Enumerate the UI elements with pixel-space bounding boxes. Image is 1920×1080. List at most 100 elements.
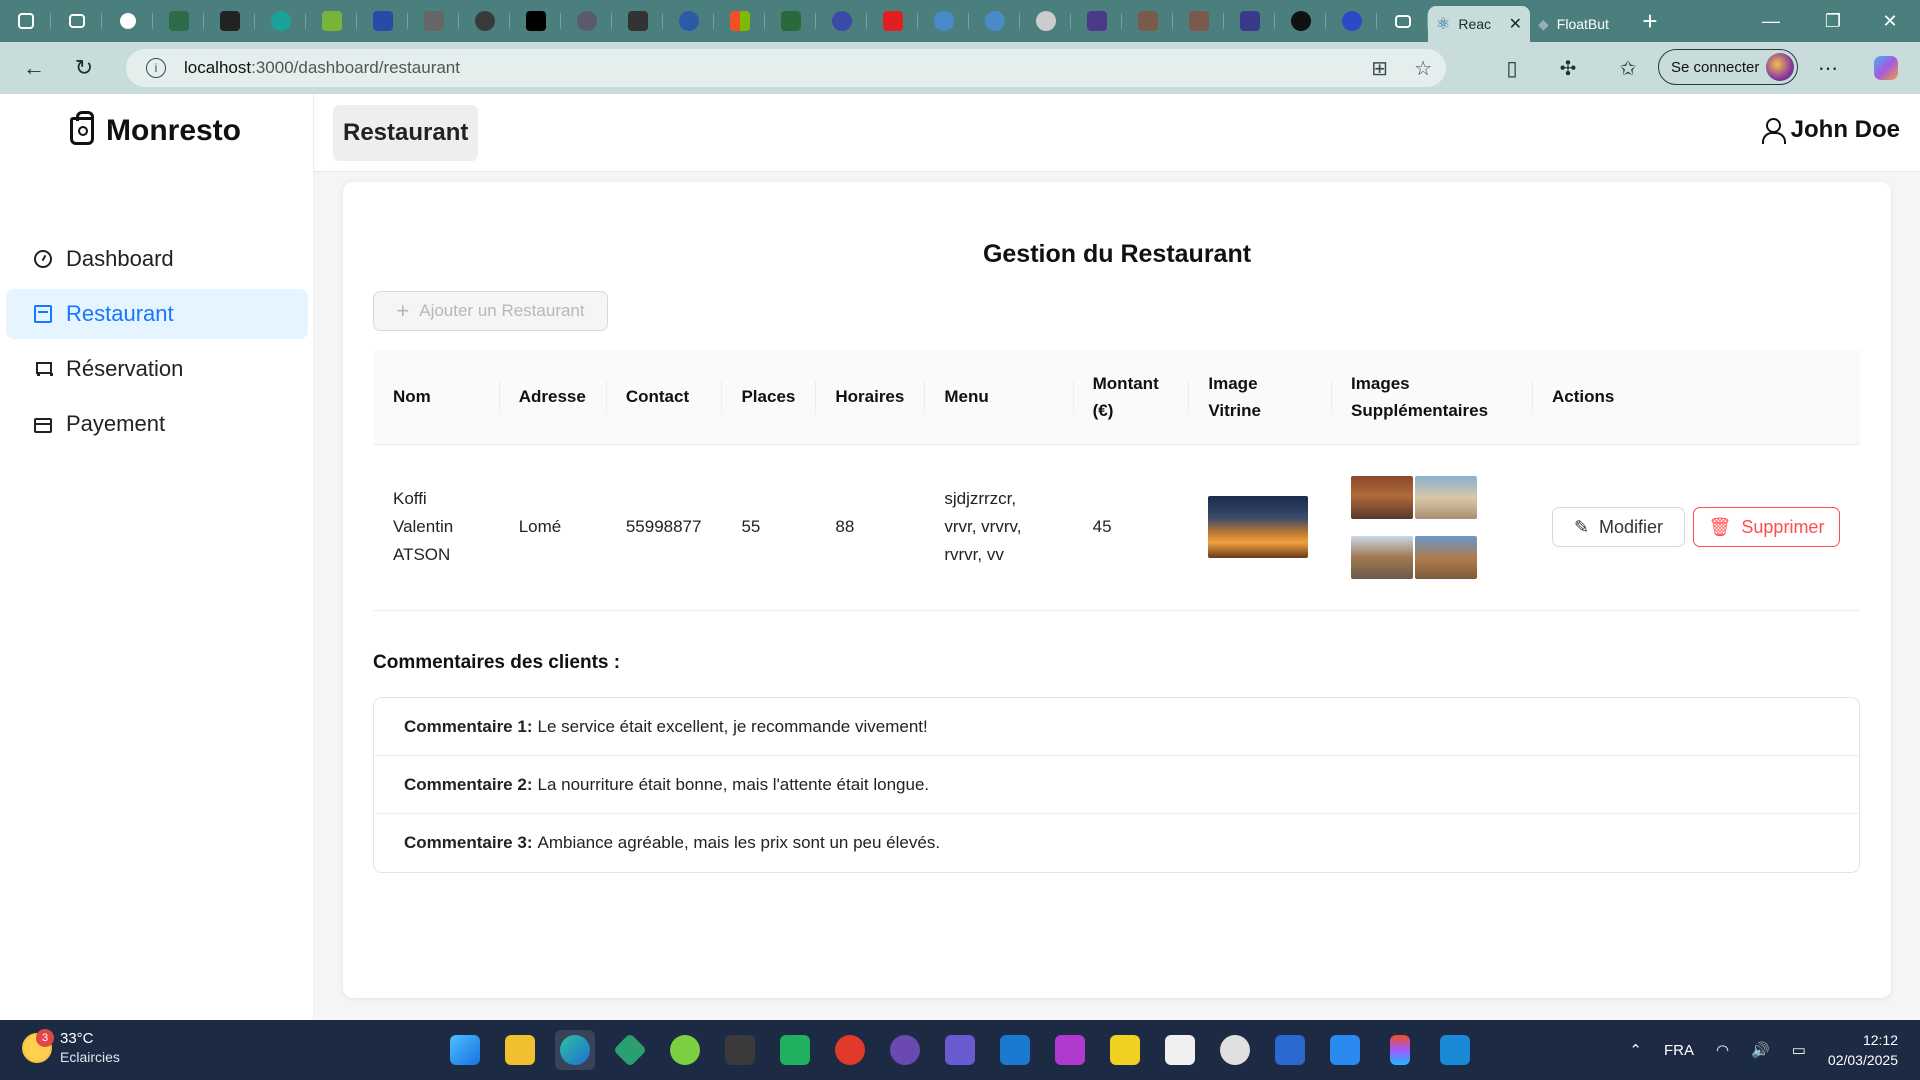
app-green-diamond-icon[interactable] [610,1030,650,1070]
more-options-icon[interactable]: ⋯ [1812,52,1844,84]
minimize-icon[interactable]: — [1741,0,1801,42]
purple-app-icon[interactable] [940,1030,980,1070]
avatar [1766,53,1794,81]
start-icon[interactable] [445,1030,485,1070]
extra-image-2[interactable] [1415,475,1478,519]
delete-button[interactable]: 🗑 Supprimer [1693,507,1840,547]
trello-icon[interactable] [995,1030,1035,1070]
pinned-tab-screen[interactable] [1224,0,1275,42]
pinned-tab-globe-1[interactable] [918,0,969,42]
figma-icon[interactable] [1380,1030,1420,1070]
shop-icon [34,305,52,323]
pinned-tab-circle[interactable] [459,0,510,42]
copilot-icon[interactable] [1870,52,1902,84]
sidebar-item-reservation[interactable]: Réservation [6,344,308,394]
add-restaurant-button[interactable]: + Ajouter un Restaurant [373,291,608,331]
pinned-tab-box[interactable] [765,0,816,42]
pinned-tab-play[interactable] [1071,0,1122,42]
close-icon[interactable]: ✕ [1509,14,1522,34]
pinned-tab-b[interactable] [510,0,561,42]
favorite-star-icon[interactable]: ☆ [1414,56,1432,81]
extra-image-3[interactable] [1351,535,1414,579]
workspaces-icon[interactable] [0,0,51,42]
pinned-tab-dark[interactable] [204,0,255,42]
studio-app-icon[interactable] [720,1030,760,1070]
tab-floatbutton[interactable]: ◆ FloatBut [1530,6,1630,42]
file-explorer-icon[interactable] [500,1030,540,1070]
sidebar-item-dashboard[interactable]: Dashboard [6,234,308,284]
pinned-tab-photo-2[interactable] [1173,0,1224,42]
green-app-icon[interactable] [775,1030,815,1070]
extensions-icon[interactable]: ✣ [1552,52,1584,84]
vscode-icon[interactable] [1435,1030,1475,1070]
todo-icon[interactable] [1325,1030,1365,1070]
info-icon[interactable]: i [146,58,166,78]
github-desktop-icon[interactable] [885,1030,925,1070]
tab-react-active[interactable]: ⚛ Reac ✕ [1428,6,1530,42]
weather-temperature: 33°C [60,1030,94,1047]
signin-button[interactable]: Se connecter [1658,49,1798,85]
photo-app-icon[interactable] [1270,1030,1310,1070]
cell-horaires: 88 [815,444,925,611]
pinned-tab-cc[interactable] [1377,0,1428,42]
cloud-app-icon[interactable] [665,1030,705,1070]
tab-actions-icon[interactable] [51,0,102,42]
split-screen-icon[interactable]: ▯ [1496,52,1528,84]
table-header-row: Nom Adresse Contact Places Horaires Menu… [373,350,1860,445]
pinned-tab-youtube[interactable] [867,0,918,42]
pinned-tab-chat[interactable] [561,0,612,42]
clock[interactable]: 12:12 02/03/2025 [1828,1030,1898,1070]
user-menu[interactable]: John Doe [1761,116,1900,144]
pinned-tab-globe-2[interactable] [969,0,1020,42]
edit-button[interactable]: ✎ Modifier [1552,507,1685,547]
pinned-tab-blob[interactable] [816,0,867,42]
edge-icon[interactable] [555,1030,595,1070]
wifi-icon[interactable]: ◠ [1716,1041,1729,1059]
new-tab-button[interactable]: + [1630,0,1670,42]
extra-image-1[interactable] [1351,475,1414,519]
app-root: Monresto Dashboard Restaurant Réservatio… [0,94,1920,1020]
cell-image-vitrine [1188,444,1332,611]
pinned-tab-image[interactable] [408,0,459,42]
weather-widget[interactable]: 3 33°C Eclaircies [22,1029,120,1066]
magenta-app-icon[interactable] [1050,1030,1090,1070]
pinned-tab-blue[interactable] [357,0,408,42]
pinned-tab-x[interactable] [612,0,663,42]
miro-icon[interactable] [1105,1030,1145,1070]
pinned-tab-react[interactable] [663,0,714,42]
sidebar-item-payement[interactable]: Payement [6,399,308,449]
content-card: Gestion du Restaurant + Ajouter un Resta… [343,182,1891,998]
favorites-icon[interactable]: ✩ [1612,52,1644,84]
maximize-icon[interactable]: ❐ [1803,0,1863,42]
pinned-tab-photo-1[interactable] [1122,0,1173,42]
url-input[interactable]: i localhost:3000/dashboard/restaurant ⊞ … [126,49,1446,87]
app-grid-icon[interactable]: ⊞ [1371,56,1388,81]
pinned-tab-green[interactable] [306,0,357,42]
white-app-icon[interactable] [1160,1030,1200,1070]
shopping-bag-icon [70,111,94,145]
pinned-tab-w[interactable] [153,0,204,42]
pinned-tab-teal[interactable] [255,0,306,42]
cell-contact: 55998877 [605,444,722,611]
back-icon[interactable]: ← [12,46,56,90]
language-indicator[interactable]: FRA [1664,1042,1694,1059]
diamond-icon: ◆ [1538,15,1549,32]
refresh-icon[interactable]: ↻ [62,46,106,90]
wps-icon[interactable] [830,1030,870,1070]
clock-time: 12:12 [1862,1032,1898,1048]
pinned-tab-microsoft[interactable] [714,0,765,42]
pinned-tab-openai[interactable] [102,0,153,42]
sidebar-item-restaurant[interactable]: Restaurant [6,289,308,339]
volume-icon[interactable]: 🔊 [1751,1041,1770,1059]
column-header-nom: Nom [373,350,499,445]
pinned-tab-bluecircle[interactable] [1326,0,1377,42]
pinned-tab-github[interactable] [1275,0,1326,42]
extra-image-4[interactable] [1415,535,1478,579]
pinned-tab-gray[interactable] [1020,0,1071,42]
battery-icon[interactable]: ▭ [1792,1041,1806,1059]
cup-app-icon[interactable] [1215,1030,1255,1070]
chevron-up-icon[interactable]: ⌃ [1629,1041,1642,1059]
comment-label: Commentaire 2: [404,774,533,794]
window-close-icon[interactable]: ✕ [1860,0,1920,42]
storefront-image[interactable] [1208,496,1309,558]
